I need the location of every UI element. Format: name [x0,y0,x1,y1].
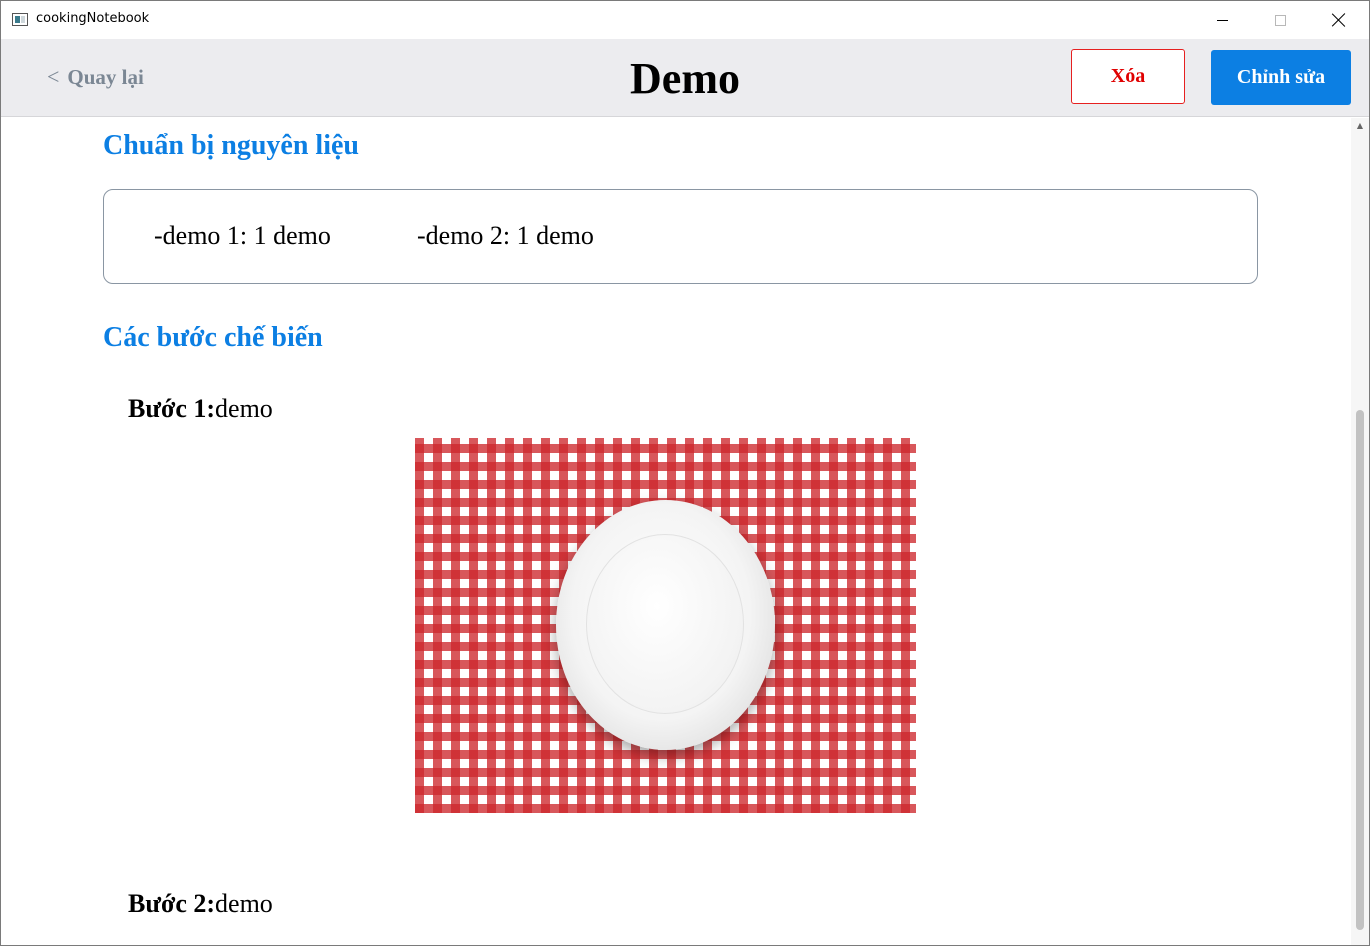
vertical-scrollbar[interactable]: ▲ [1351,118,1369,945]
step-item: Bước 1:demo [128,394,273,424]
back-label: Quay lại [67,64,144,89]
ingredients-list: -demo 1: 1 demo -demo 2: 1 demo [103,189,1258,284]
step-item: Bước 2:demo [128,889,273,919]
close-icon [1332,13,1346,27]
title-bar: cookingNotebook [1,1,1369,39]
step-text: demo [215,394,273,423]
maximize-icon [1274,14,1286,26]
scroll-thumb[interactable] [1356,410,1364,930]
step-label: Bước 2: [128,889,216,918]
steps-heading: Các bước chế biến [103,322,323,353]
edit-button[interactable]: Chỉnh sửa [1211,50,1351,105]
close-button[interactable] [1310,1,1368,39]
app-window: cookingNotebook < Quay lại Demo Xóa Chỉn… [0,0,1370,946]
minimize-icon [1216,19,1228,21]
ingredients-heading: Chuẩn bị nguyên liệu [103,130,359,161]
ingredient-item: -demo 1: 1 demo [154,221,331,250]
minimize-button[interactable] [1193,1,1251,39]
header-bar: < Quay lại Demo Xóa Chỉnh sửa [1,39,1369,117]
recipe-content: Chuẩn bị nguyên liệu -demo 1: 1 demo -de… [1,118,1351,945]
window-title: cookingNotebook [36,11,150,26]
plate-image [556,500,775,750]
delete-button[interactable]: Xóa [1071,49,1185,104]
maximize-button[interactable] [1251,1,1309,39]
scroll-up-arrow-icon[interactable]: ▲ [1351,118,1369,132]
step-image [415,438,916,813]
chevron-left-icon: < [47,64,60,89]
step-text: demo [215,889,273,918]
ingredient-item: -demo 2: 1 demo [417,221,594,250]
plate-center [586,534,744,714]
app-icon [12,13,28,26]
back-button[interactable]: < Quay lại [47,64,144,90]
step-label: Bước 1: [128,394,216,423]
